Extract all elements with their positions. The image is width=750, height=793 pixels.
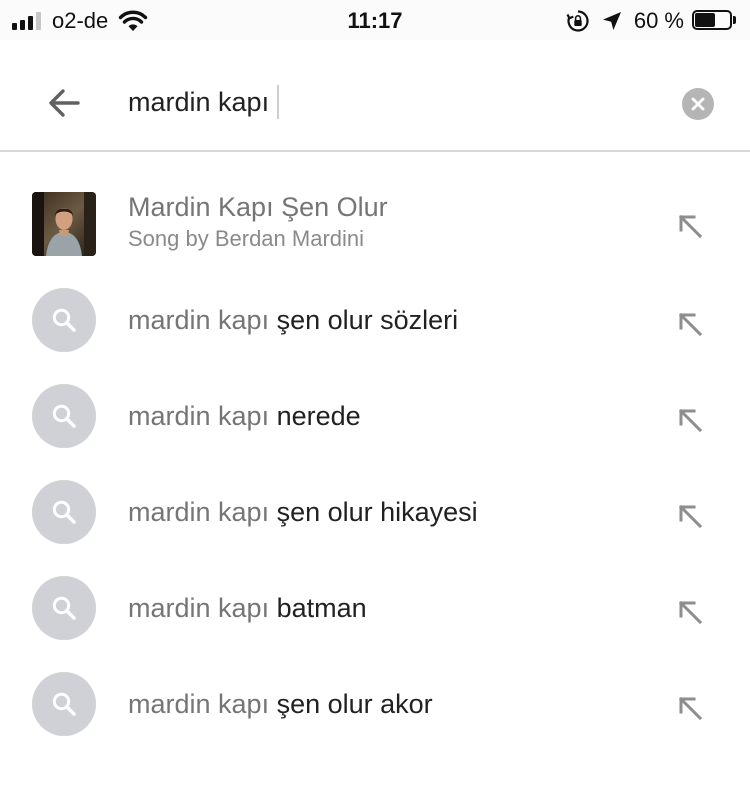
suggestion-item[interactable]: mardin kapı batman — [0, 560, 750, 656]
arrow-left-icon — [49, 89, 80, 117]
fill-query-button[interactable] — [668, 590, 712, 634]
status-right: 60 % — [566, 7, 738, 35]
suggestion-text: mardin kapı şen olur akor — [128, 680, 648, 728]
arrow-up-left-icon — [678, 408, 703, 433]
arrow-up-left-icon — [678, 312, 703, 337]
text-cursor — [277, 85, 280, 119]
search-icon — [52, 596, 76, 620]
suggestion-text: mardin kapı şen olur sözleri — [128, 296, 648, 344]
suggestion-list: Mardin Kapı Şen Olur Song by Berdan Mard… — [0, 152, 750, 752]
suggestion-prefix: mardin kapı — [128, 497, 270, 527]
search-icon-circle — [32, 672, 96, 736]
status-bar: o2-de 11:17 60 % — [0, 0, 750, 40]
suggestion-text: mardin kapı nerede — [128, 392, 648, 440]
arrow-up-left-icon — [678, 214, 703, 239]
search-icon — [52, 692, 76, 716]
search-icon — [52, 500, 76, 524]
suggestion-completion: şen olur hikayesi — [269, 497, 478, 527]
song-subtitle: Song by Berdan Mardini — [128, 226, 365, 251]
fill-query-button[interactable] — [668, 686, 712, 730]
arrow-up-left-icon — [678, 600, 703, 625]
suggestion-item[interactable]: mardin kapı şen olur hikayesi — [0, 464, 750, 560]
search-query-text: mardin kapı — [128, 86, 270, 117]
clear-search-button[interactable] — [682, 88, 714, 120]
search-header: mardin kapı — [0, 40, 750, 152]
fill-query-button[interactable] — [668, 494, 712, 538]
battery-percent: 60 % — [633, 8, 684, 33]
suggestion-item[interactable]: mardin kapı nerede — [0, 368, 750, 464]
suggestion-text: mardin kapı şen olur hikayesi — [128, 488, 648, 536]
suggestion-completion: şen olur sözleri — [269, 305, 459, 335]
orientation-lock-icon — [566, 10, 589, 32]
suggestion-prefix: mardin kapı — [128, 305, 270, 335]
song-thumbnail — [32, 192, 96, 256]
search-icon — [52, 308, 76, 332]
top-result-text: Mardin Kapı Şen Olur Song by Berdan Mard… — [128, 190, 648, 254]
suggestion-prefix: mardin kapı — [128, 689, 270, 719]
fill-query-button[interactable] — [668, 398, 712, 442]
song-title: Mardin Kapı Şen Olur — [128, 192, 388, 222]
search-input[interactable]: mardin kapı — [128, 80, 648, 124]
arrow-up-left-icon — [678, 504, 703, 529]
arrow-up-left-icon — [678, 696, 703, 721]
suggestion-item[interactable]: mardin kapı şen olur akor — [0, 656, 750, 752]
search-icon-circle — [32, 480, 96, 544]
search-icon-circle — [32, 288, 96, 352]
battery-icon — [692, 10, 738, 32]
fill-query-button[interactable] — [668, 302, 712, 346]
suggestion-item[interactable]: mardin kapı şen olur sözleri — [0, 272, 750, 368]
suggestion-completion: batman — [269, 593, 367, 623]
close-icon — [691, 97, 705, 111]
location-arrow-icon — [602, 12, 621, 30]
suggestion-prefix: mardin kapı — [128, 593, 270, 623]
search-icon-circle — [32, 576, 96, 640]
search-icon-circle — [32, 384, 96, 448]
suggestion-completion: nerede — [269, 401, 361, 431]
search-icon — [52, 404, 76, 428]
suggestion-completion: şen olur akor — [269, 689, 433, 719]
suggestion-text: mardin kapı batman — [128, 584, 648, 632]
suggestion-prefix: mardin kapı — [128, 401, 270, 431]
fill-query-button[interactable] — [668, 204, 712, 248]
back-button[interactable] — [34, 78, 94, 128]
top-result-song[interactable]: Mardin Kapı Şen Olur Song by Berdan Mard… — [0, 152, 750, 272]
